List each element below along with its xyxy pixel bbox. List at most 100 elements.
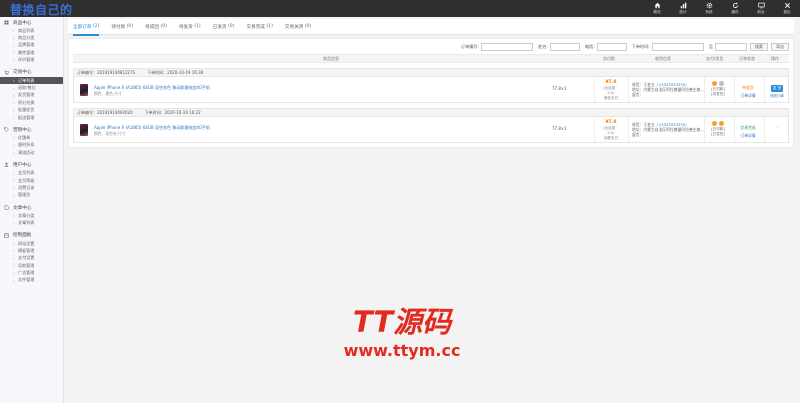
sidebar-section-head[interactable]: 文章中心 <box>0 203 63 212</box>
sidebar-section-title: 控制面板 <box>13 233 32 239</box>
sidebar-item[interactable]: › 评价管理 <box>0 57 63 64</box>
sidebar-item-label: 网站设置 <box>18 240 35 246</box>
filter-bar: 订单编号: 姓名: 电话: 下单时间: 至 搜索 导出 <box>69 39 793 54</box>
payment-cell: ¥7.8 (含运费：0.0) 微信支付 <box>600 80 622 101</box>
tab-completed[interactable]: 交易完成 (1) <box>247 19 273 35</box>
sidebar-item[interactable]: › 支付设置 <box>0 255 63 262</box>
date-label: 下单时间: <box>631 43 650 49</box>
sidebar-section-control: 控制面板 › 网站设置 › 模板管理 › 支付设置 › 导航管理 › 广告管理 › 文件管理 <box>0 231 63 284</box>
refresh-icon <box>732 2 738 9</box>
sidebar-section-head[interactable]: 控制面板 <box>0 231 63 240</box>
sidebar-item-label: 支付设置 <box>18 255 35 261</box>
export-button[interactable]: 导出 <box>771 42 789 51</box>
sidebar-item[interactable]: › 配送管理 <box>0 114 63 121</box>
sidebar-item[interactable]: › 会员列表 <box>0 169 63 176</box>
tab-closed[interactable]: 交易关闭 (0) <box>285 19 311 35</box>
top-nav-label: 概况 <box>653 10 661 14</box>
sidebar-item[interactable]: › 属性管理 <box>0 49 63 56</box>
order-state-cell: 交易完成 订单详情 <box>739 125 757 139</box>
sidebar-item[interactable]: › 商品列表 <box>0 27 63 34</box>
sidebar-item[interactable]: › 品牌管理 <box>0 42 63 49</box>
sidebar-item[interactable]: › 模板管理 <box>0 247 63 254</box>
order-number: 订单编号：20191910092020 <box>77 109 133 115</box>
top-nav-frontend[interactable]: 前台 <box>748 0 774 17</box>
tab-shipped[interactable]: 已发货 (0) <box>213 19 235 35</box>
sidebar-item[interactable]: › 广告管理 <box>0 269 63 276</box>
sidebar-item-label: 导航管理 <box>18 262 35 268</box>
sidebar-item[interactable]: › 积分兑换 <box>0 99 63 106</box>
ship-status: [已发货] <box>711 132 725 136</box>
order-time: 下单时间：2020-10-19 16:22 <box>144 109 201 115</box>
edit-order-link[interactable]: 修改订单 <box>770 93 784 98</box>
sidebar-item-label: 限时折扣 <box>18 142 35 148</box>
sidebar-item-label: 配送管理 <box>18 114 35 120</box>
sidebar-section-title: 文章中心 <box>13 205 32 211</box>
sidebar-item[interactable]: › 导航管理 <box>0 262 63 269</box>
sidebar-section-title: 营销中心 <box>13 127 32 133</box>
phone-input[interactable] <box>596 42 627 51</box>
order-no-input[interactable] <box>481 42 534 51</box>
name-input[interactable] <box>549 42 580 51</box>
sidebar-section-head[interactable]: 商品中心 <box>0 18 63 27</box>
name-label: 姓名: <box>538 43 548 49</box>
date-to-label: 至 <box>708 43 713 49</box>
sidebar-item[interactable]: › 文章分类 <box>0 212 63 219</box>
sidebar-item[interactable]: › 网站设置 <box>0 240 63 247</box>
phone-label: 电话: <box>584 43 595 49</box>
sidebar-item[interactable]: › 商品分类 <box>0 34 63 41</box>
product-thumbnail[interactable] <box>80 84 88 96</box>
tab-count: (2) <box>92 24 100 29</box>
sidebar-item[interactable]: › 消费记录 <box>0 184 63 191</box>
top-nav-cache[interactable]: 缓存 <box>722 0 748 17</box>
product-thumbnail[interactable] <box>80 124 88 136</box>
tab-pending-payment[interactable]: 待付款 (0) <box>111 19 133 35</box>
pay-method: 微信支付 <box>603 96 619 100</box>
search-button[interactable]: 搜索 <box>750 42 768 51</box>
close-icon <box>784 3 790 8</box>
sidebar-item[interactable]: › 满减活动 <box>0 149 63 156</box>
date-start-input[interactable] <box>651 42 704 51</box>
tab-all-orders[interactable]: 全部订单 (2) <box>73 19 100 36</box>
sidebar-section-head[interactable]: 营销中心 <box>0 125 63 134</box>
sidebar-item-orders[interactable]: › 订单列表 <box>0 76 63 85</box>
tab-pending-group[interactable]: 待成团 (0) <box>145 19 167 35</box>
sidebar-item-label: 属性管理 <box>18 49 35 55</box>
sidebar-item-label: 商品分类 <box>18 35 35 41</box>
sidebar-section-head[interactable]: 用户中心 <box>0 160 63 169</box>
tab-pending-ship[interactable]: 待发货 (1) <box>179 19 201 35</box>
sidebar-item[interactable]: › 文章列表 <box>0 219 63 226</box>
sidebar-item[interactable]: › 限时折扣 <box>0 142 63 149</box>
date-end-input[interactable] <box>715 42 747 51</box>
main-content: 全部订单 (2) 待付款 (0) 待成团 (0) 待发货 (1) 已发货 (0)… <box>68 19 794 148</box>
sidebar-item-label: 会员列表 <box>18 170 35 176</box>
sidebar-item[interactable]: › 发货管理 <box>0 92 63 99</box>
column-header: 收货信息 <box>655 55 671 61</box>
sidebar-item[interactable]: › 会员等级 <box>0 177 63 184</box>
top-nav-stats[interactable]: 统计 <box>670 0 696 17</box>
bar-chart-icon <box>680 2 686 9</box>
ship-button[interactable]: 发 货 <box>770 85 784 92</box>
top-nav-system[interactable]: 系统 <box>696 0 722 17</box>
user-icon <box>4 163 9 168</box>
order-tabs: 全部订单 (2) 待付款 (0) 待成团 (0) 待发货 (1) 已发货 (0)… <box>68 19 794 36</box>
sidebar-item-label: 积分兑换 <box>18 99 35 105</box>
sidebar-item[interactable]: › 文件管理 <box>0 277 63 284</box>
buyer-remark: 留言： <box>632 92 644 98</box>
sidebar-section-articles: 文章中心 › 文章分类 › 文章列表 <box>0 203 63 227</box>
payment-cell: ¥7.8 (含运费：0.0) 余额支付 <box>600 120 622 141</box>
product-qty: 77.8×1 <box>552 126 567 131</box>
order-detail-link[interactable]: 订单详情 <box>739 93 757 99</box>
top-nav-overview[interactable]: 概况 <box>644 0 670 17</box>
sidebar-item[interactable]: › 退款/售后 <box>0 84 63 91</box>
order-row: 订单编号：20191910081227S 下单时间：2020-10-19 16:… <box>73 68 789 103</box>
sidebar-item[interactable]: › 管理员 <box>0 192 63 199</box>
top-nav-logout[interactable]: 退出 <box>774 0 800 17</box>
sidebar-section-head[interactable]: 交易中心 <box>0 68 63 77</box>
pay-ship-cell: [已付款] [已发货] <box>710 121 726 137</box>
sidebar-item[interactable]: › 批量发货 <box>0 107 63 114</box>
column-header: 订单状态 <box>739 55 755 61</box>
sidebar-item[interactable]: › 优惠券 <box>0 134 63 141</box>
tab-label: 待付款 <box>111 24 126 30</box>
order-detail-link[interactable]: 订单详情 <box>739 133 757 139</box>
sidebar-section-trade: 交易中心 › 订单列表 › 退款/售后 › 发货管理 › 积分兑换 › 批量发货 › 配送管… <box>0 68 63 121</box>
